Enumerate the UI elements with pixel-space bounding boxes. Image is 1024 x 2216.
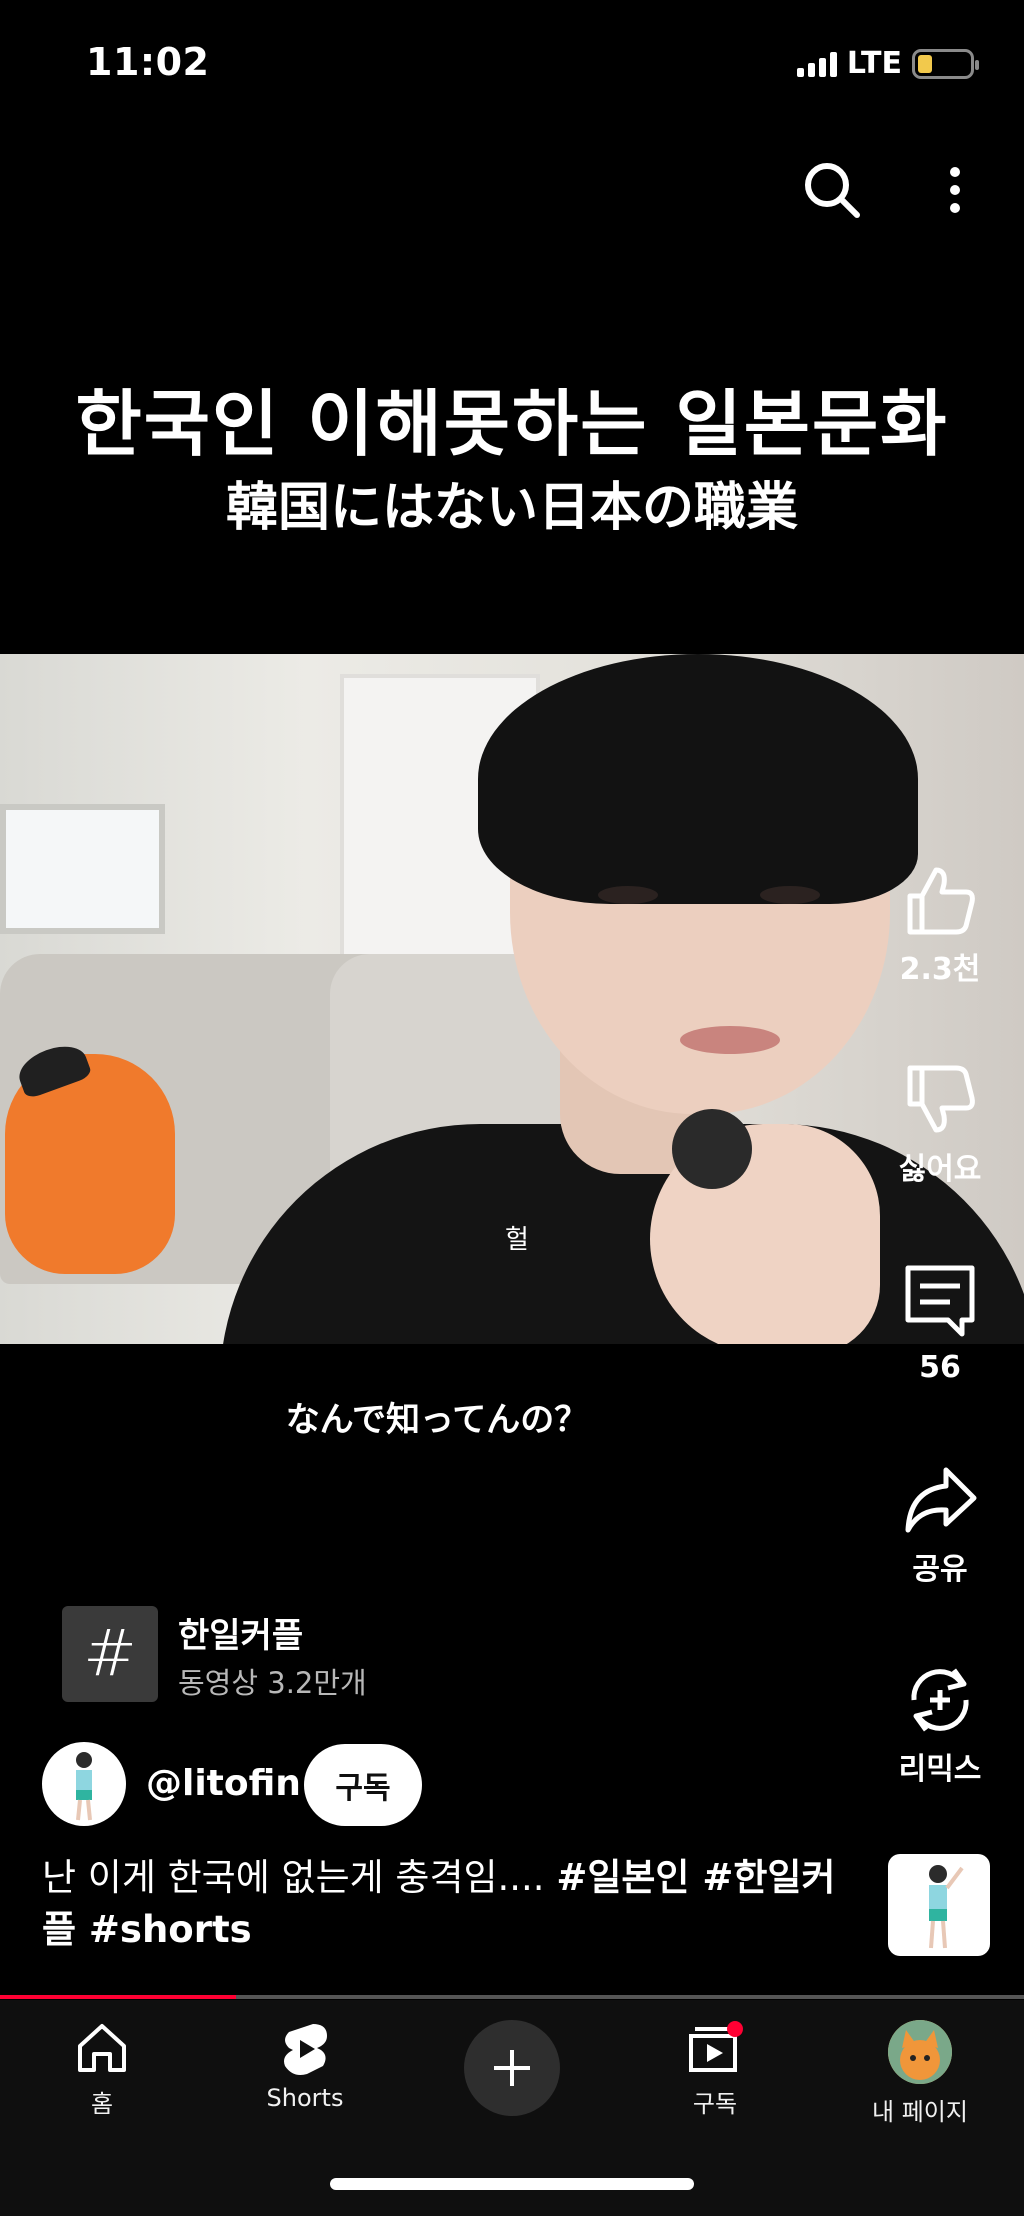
in-video-caption: 헐 [505, 1225, 529, 1255]
nav-shorts[interactable]: Shorts [215, 2020, 395, 2112]
status-indicators: LTE [796, 46, 979, 81]
video-player[interactable]: 헐 [0, 654, 1024, 1344]
thumbnail-figure-icon [929, 1865, 964, 1949]
comment-count: 56 [919, 1350, 961, 1385]
video-title-japanese: 韓国にはない日本の職業 [225, 478, 798, 538]
nav-subscriptions-label: 구독 [692, 2090, 738, 2118]
shorts-icon [284, 2024, 327, 2075]
comments-button[interactable]: 56 [880, 1262, 1000, 1385]
status-time: 11:02 [86, 40, 210, 84]
person-eye-right [760, 886, 820, 904]
nav-subscriptions[interactable]: 구독 [625, 2020, 805, 2119]
share-icon [905, 1467, 977, 1533]
nav-shorts-label: Shorts [266, 2084, 344, 2112]
share-button[interactable]: 공유 [880, 1462, 1000, 1588]
signal-icon [796, 51, 837, 77]
video-description[interactable]: 난 이게 한국에 없는게 충격임.... #일본인 #한일커플 #shorts [42, 1852, 862, 1956]
nav-me-label: 내 페이지 [872, 2098, 968, 2126]
thumbs-down-icon [907, 1065, 975, 1133]
home-indicator [330, 2178, 694, 2190]
thumbs-up-icon [907, 867, 975, 935]
nav-home[interactable]: 홈 [12, 2020, 192, 2119]
playback-progress-bar[interactable] [0, 1995, 1024, 1999]
remix-label: 리믹스 [898, 1752, 982, 1787]
more-options-button[interactable] [940, 160, 970, 220]
remix-button[interactable]: 리믹스 [880, 1662, 1000, 1788]
network-label: LTE [846, 46, 902, 81]
hashtag-video-count: 동영상 3.2만개 [178, 1666, 367, 1700]
description-text: 난 이게 한국에 없는게 충격임.... [42, 1856, 557, 1899]
create-button[interactable] [464, 2020, 560, 2116]
playback-progress-played [0, 1995, 236, 1999]
comment-icon [905, 1265, 975, 1337]
profile-avatar-icon [888, 2020, 952, 2084]
background-window [0, 804, 165, 934]
dislike-label: 싫어요 [898, 1152, 982, 1187]
search-icon [805, 163, 860, 218]
channel-handle[interactable]: @litofin [146, 1763, 301, 1804]
share-label: 공유 [912, 1552, 968, 1587]
like-button[interactable]: 2.3천 [880, 862, 1000, 988]
plus-icon [494, 2050, 530, 2086]
channel-avatar[interactable] [42, 1742, 126, 1826]
profile-avatar [888, 2020, 952, 2084]
hashtag-chip-icon[interactable]: # [62, 1606, 158, 1702]
search-button[interactable] [802, 160, 862, 220]
nav-me[interactable]: 내 페이지 [830, 2020, 1010, 2127]
remix-icon [911, 1668, 969, 1732]
nav-home-label: 홈 [90, 2090, 114, 2118]
battery-icon [912, 48, 979, 79]
video-title-korean: 한국인 이해못하는 일본문화 [75, 382, 949, 466]
makeup-puff [672, 1109, 752, 1189]
sound-thumbnail[interactable] [888, 1854, 990, 1956]
dislike-button[interactable]: 싫어요 [880, 1062, 1000, 1188]
person-hair [478, 654, 918, 904]
subscriptions-icon [689, 2021, 743, 2072]
more-vertical-icon [950, 167, 960, 213]
avatar-figure-icon [76, 1752, 92, 1821]
person-eye-left [598, 886, 658, 904]
video-subtitle: なんで知ってんの？ [285, 1400, 589, 1440]
like-count: 2.3천 [899, 952, 981, 987]
person-lips [680, 1026, 780, 1054]
home-icon [78, 2024, 126, 2072]
hashtag-name[interactable]: 한일커플 [178, 1608, 303, 1657]
subscribe-button[interactable]: 구독 [304, 1744, 422, 1826]
